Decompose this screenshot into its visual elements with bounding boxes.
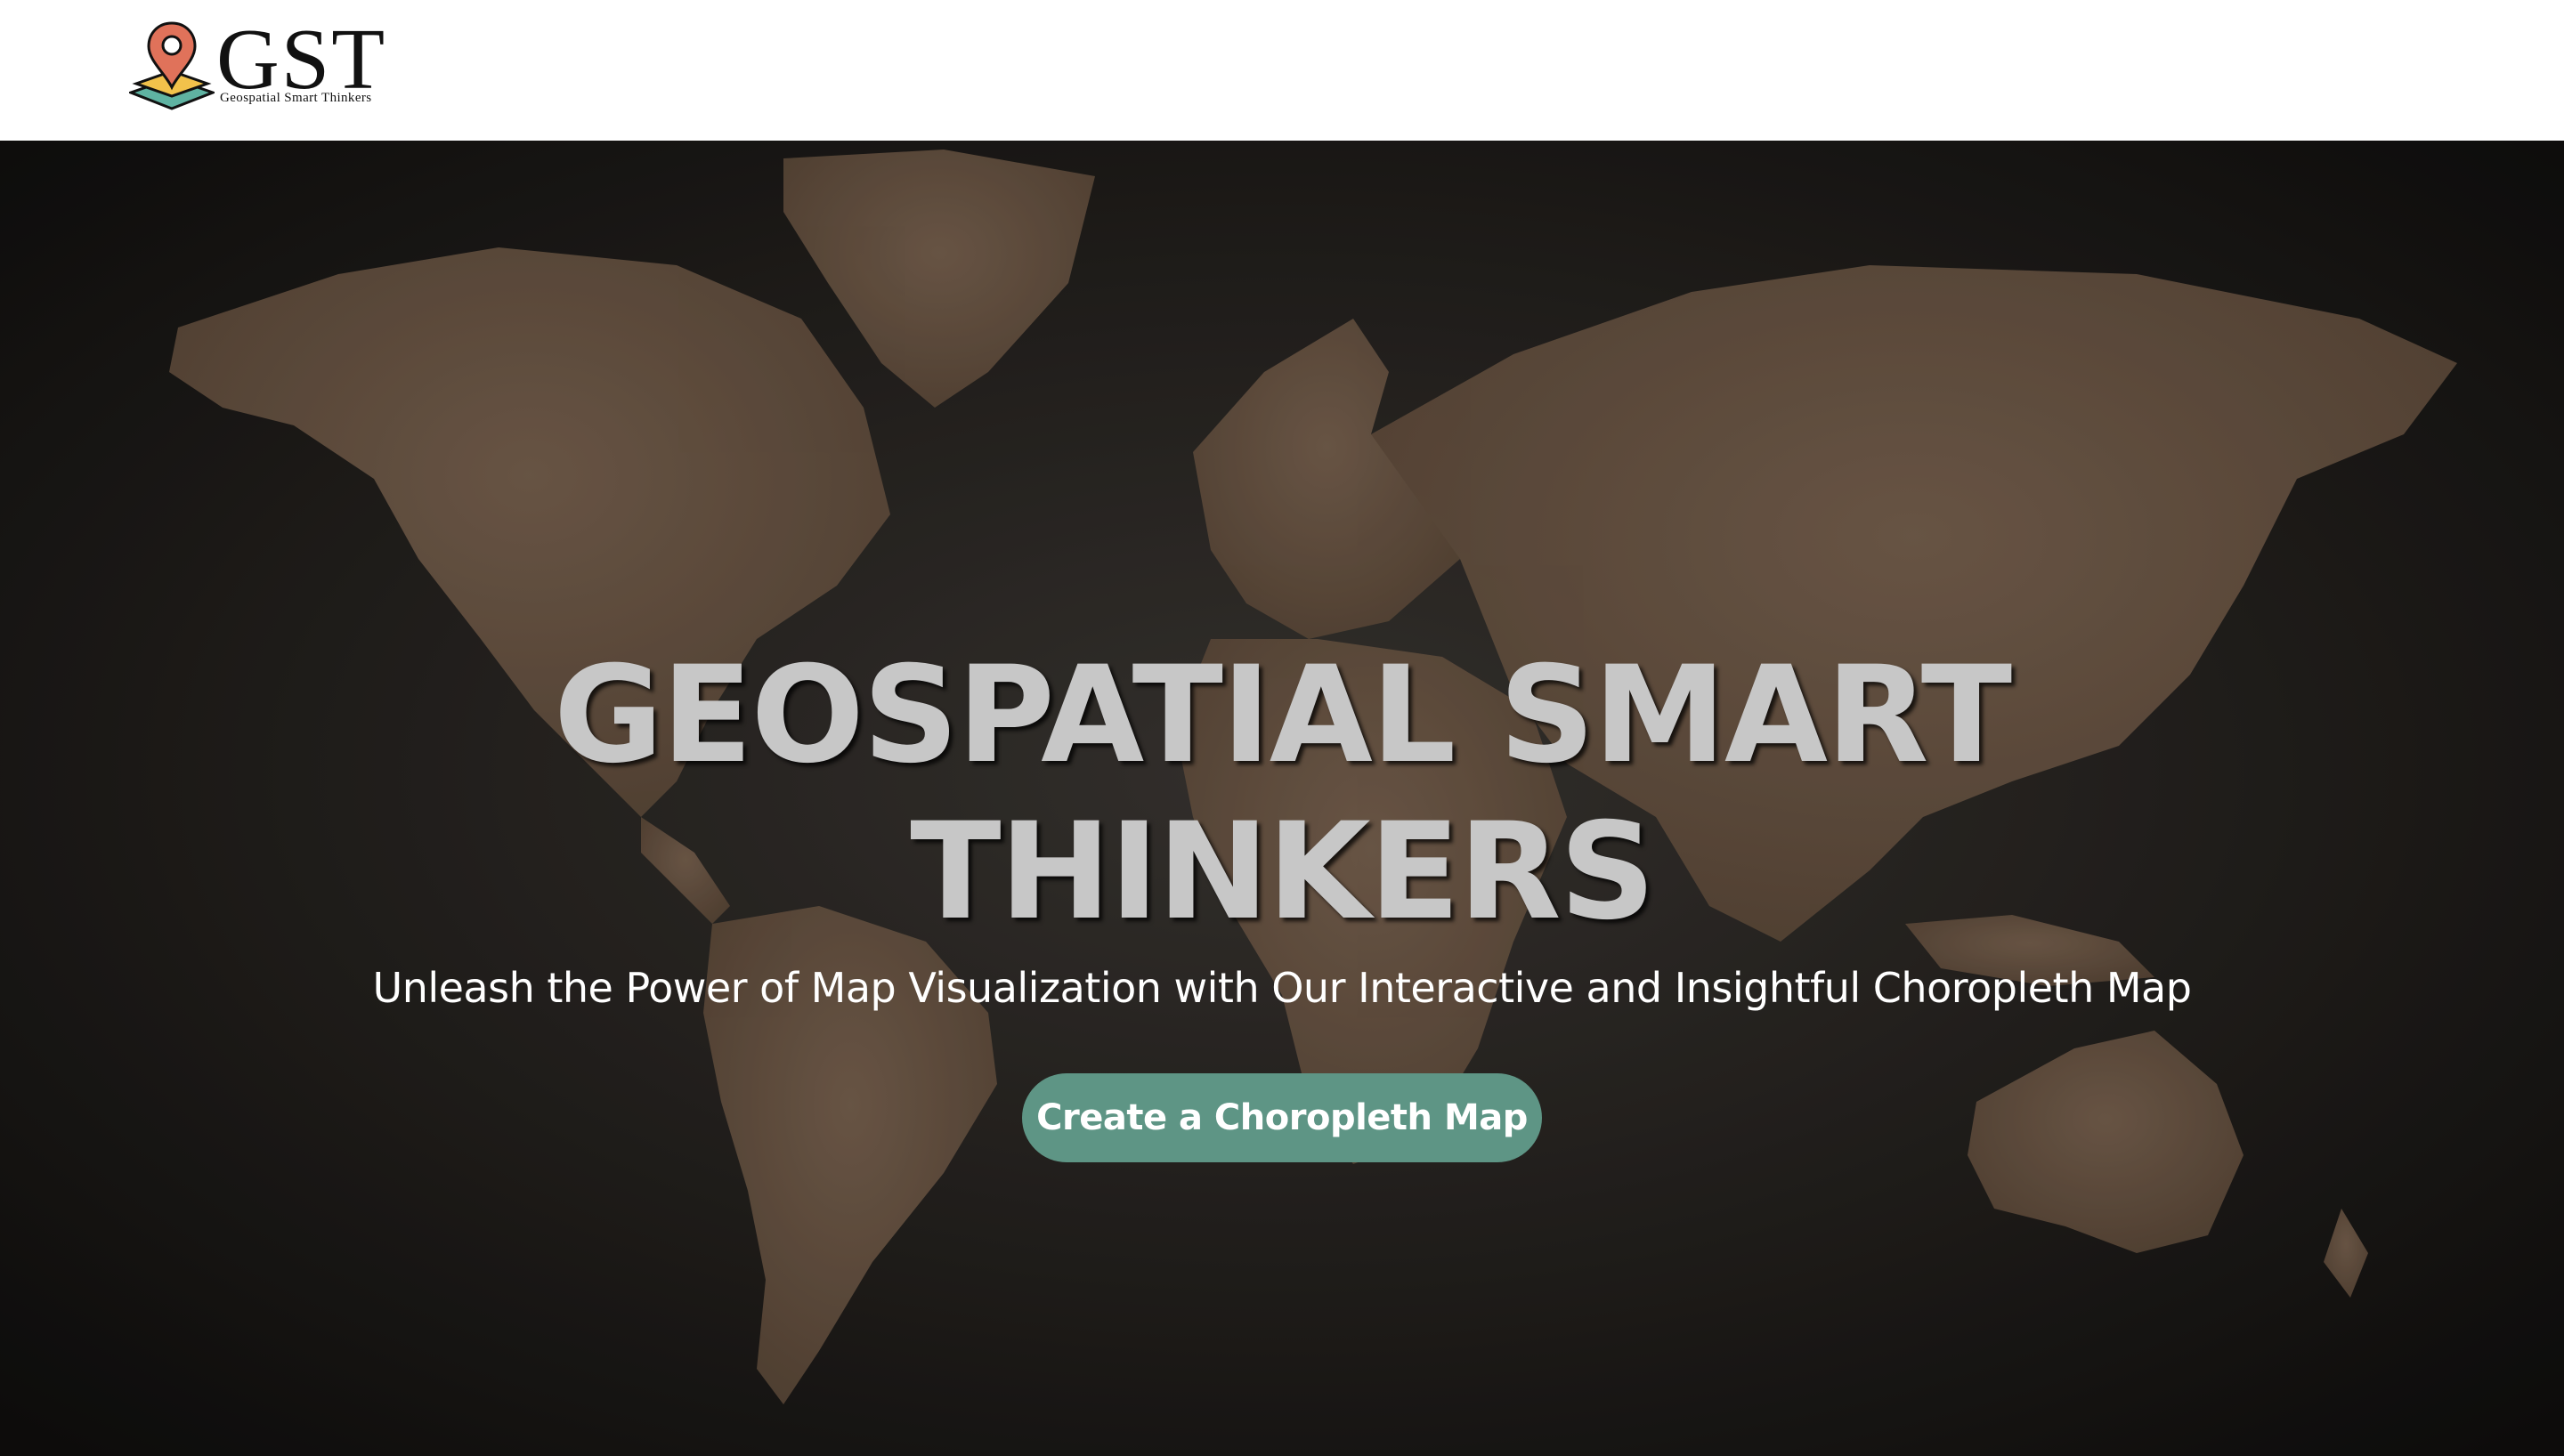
landing-page: GST Geospatial Smart Thinkers GEOSPATIAL… [0,0,2564,1456]
hero-title: GEOSPATIAL SMART THINKERS [0,637,2564,950]
hero-section: GEOSPATIAL SMART THINKERS Unleash the Po… [0,141,2564,1456]
create-choropleth-map-button[interactable]: Create a Choropleth Map [1022,1073,1542,1162]
map-pin-layers-icon [129,21,215,110]
site-logo[interactable]: GST Geospatial Smart Thinkers [129,16,396,117]
logo-tagline: Geospatial Smart Thinkers [220,91,372,105]
hero-subtitle: Unleash the Power of Map Visualization w… [372,964,2192,1012]
hero-title-line-2: THINKERS [910,795,1655,950]
top-header: GST Geospatial Smart Thinkers [0,0,2564,141]
hero-title-line-1: GEOSPATIAL SMART [553,638,2012,793]
